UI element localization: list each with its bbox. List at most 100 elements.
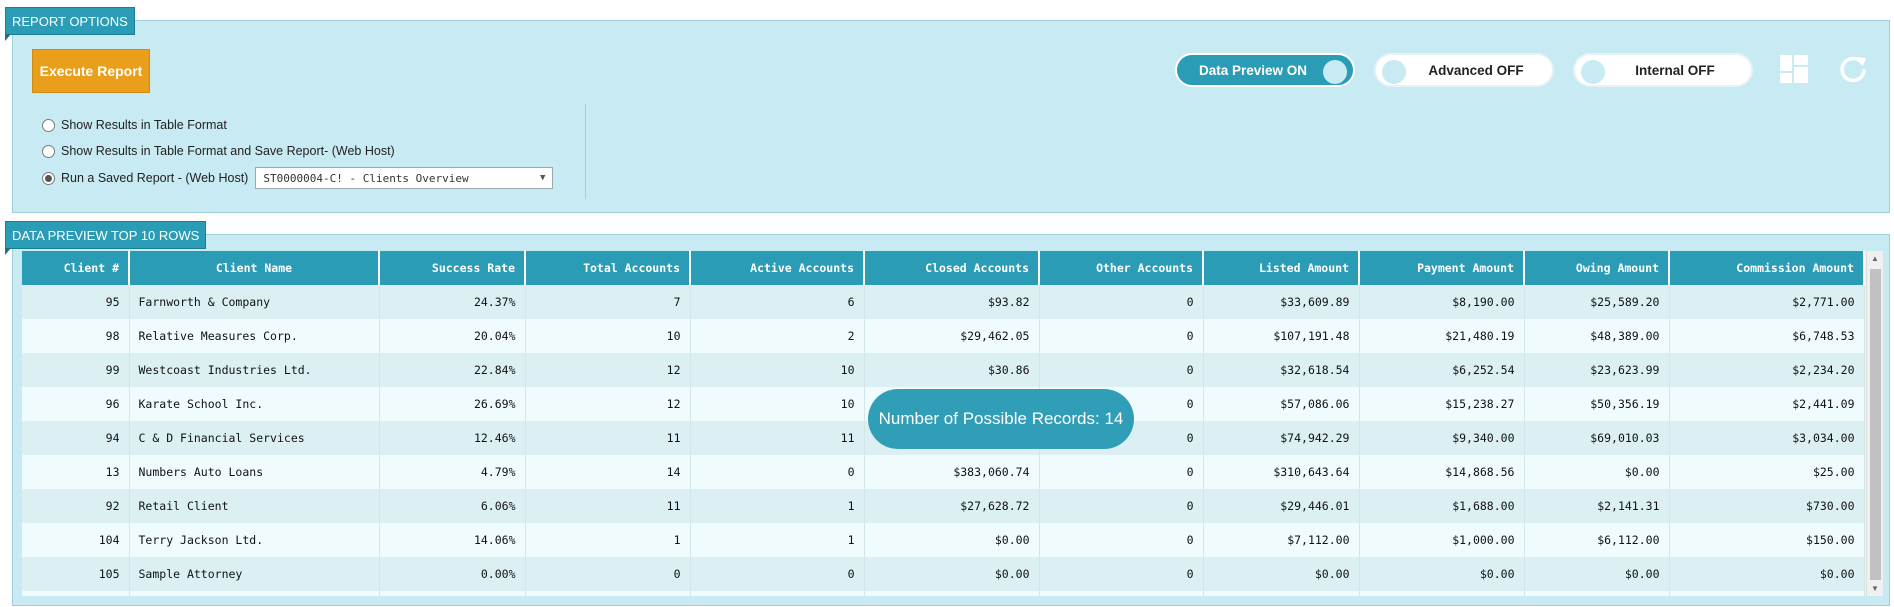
table-cell: 98 bbox=[22, 319, 130, 353]
radio-input[interactable] bbox=[42, 144, 55, 158]
column-header[interactable]: Client Name bbox=[129, 251, 380, 285]
table-cell: $9,340.00 bbox=[1359, 421, 1525, 455]
column-header[interactable]: Commission Amount bbox=[1669, 251, 1865, 285]
execute-report-button[interactable]: Execute Report bbox=[32, 49, 150, 93]
table-cell: Relative Measures Corp. bbox=[129, 319, 380, 353]
table-cell: 0 bbox=[690, 557, 865, 591]
table-cell: 26.69% bbox=[379, 387, 526, 421]
table-cell: $6,112.00 bbox=[1524, 523, 1670, 557]
column-header[interactable]: Success Rate bbox=[379, 251, 526, 285]
table-cell: $74,942.29 bbox=[1203, 421, 1360, 455]
table-cell bbox=[1039, 591, 1204, 596]
table-cell: 1 bbox=[690, 523, 865, 557]
table-cell: 99 bbox=[22, 353, 130, 387]
radio-input[interactable] bbox=[42, 171, 55, 185]
data-preview-toggle[interactable]: Data Preview ON bbox=[1175, 53, 1355, 87]
table-cell: $1,688.00 bbox=[1359, 489, 1525, 523]
scroll-up-icon[interactable]: ▲ bbox=[1871, 254, 1879, 263]
table-cell: 0 bbox=[525, 557, 691, 591]
table-cell: $48,389.00 bbox=[1524, 319, 1670, 353]
internal-toggle[interactable]: Internal OFF bbox=[1573, 53, 1753, 87]
radio-label: Show Results in Table Format bbox=[61, 118, 227, 132]
table-cell: $6,748.53 bbox=[1669, 319, 1865, 353]
table-cell: 0 bbox=[1039, 557, 1204, 591]
table-header-row: Client # Client Name Success Rate Total … bbox=[22, 251, 1865, 285]
table-cell: $107,191.48 bbox=[1203, 319, 1360, 353]
column-header[interactable]: Closed Accounts bbox=[864, 251, 1040, 285]
table-cell: $0.00 bbox=[1524, 455, 1670, 489]
table-cell: $33,609.89 bbox=[1203, 285, 1360, 319]
column-header[interactable]: Active Accounts bbox=[690, 251, 865, 285]
data-preview-tab: DATA PREVIEW TOP 10 ROWS bbox=[5, 221, 207, 255]
table-row[interactable] bbox=[22, 591, 1865, 596]
radio-table-format[interactable]: Show Results in Table Format bbox=[42, 118, 227, 132]
table-cell: Karate School Inc. bbox=[129, 387, 380, 421]
table-row[interactable]: 99 Westcoast Industries Ltd. 22.84% 12 10 $30… bbox=[22, 353, 1865, 387]
table-cell: $25,589.20 bbox=[1524, 285, 1670, 319]
advanced-toggle[interactable]: Advanced OFF bbox=[1374, 53, 1554, 87]
table-cell: Farnworth & Company bbox=[129, 285, 380, 319]
table-cell: $2,234.20 bbox=[1669, 353, 1865, 387]
table-cell: Sample Attorney bbox=[129, 557, 380, 591]
options-divider bbox=[585, 104, 586, 199]
table-cell: $0.00 bbox=[864, 557, 1040, 591]
scroll-down-icon[interactable]: ▼ bbox=[1871, 584, 1879, 593]
table-cell bbox=[525, 591, 691, 596]
table-cell: $0.00 bbox=[1669, 557, 1865, 591]
refresh-icon[interactable] bbox=[1838, 54, 1868, 84]
table-cell: 0 bbox=[690, 455, 865, 489]
table-row[interactable]: 95 Farnworth & Company 24.37% 7 6 $93.82 0 $33,… bbox=[22, 285, 1865, 319]
layout-grid-icon[interactable] bbox=[1779, 54, 1809, 84]
column-header[interactable]: Total Accounts bbox=[525, 251, 691, 285]
radio-run-saved-report[interactable]: Run a Saved Report - (Web Host) ST000000… bbox=[42, 167, 554, 189]
table-cell: 13 bbox=[22, 455, 130, 489]
table-cell: $0.00 bbox=[1524, 557, 1670, 591]
column-header[interactable]: Payment Amount bbox=[1359, 251, 1525, 285]
table-cell: Terry Jackson Ltd. bbox=[129, 523, 380, 557]
table-cell bbox=[1359, 591, 1525, 596]
table-cell: 24.37% bbox=[379, 285, 526, 319]
table-cell: $27,628.72 bbox=[864, 489, 1040, 523]
table-cell: $23,623.99 bbox=[1524, 353, 1670, 387]
table-cell bbox=[690, 591, 865, 596]
table-cell: 0 bbox=[1039, 455, 1204, 489]
column-header[interactable]: Owing Amount bbox=[1524, 251, 1670, 285]
radio-label: Show Results in Table Format and Save Re… bbox=[61, 144, 395, 158]
saved-report-select[interactable]: ST0000004-C! - Clients Overview ▼ bbox=[255, 167, 554, 189]
table-cell: $1,000.00 bbox=[1359, 523, 1525, 557]
table-cell: 10 bbox=[690, 353, 865, 387]
column-header[interactable]: Other Accounts bbox=[1039, 251, 1204, 285]
table-cell: 95 bbox=[22, 285, 130, 319]
table-row[interactable]: 105 Sample Attorney 0.00% 0 0 $0.00 0 $0.00 $0.0… bbox=[22, 557, 1865, 591]
table-cell: 10 bbox=[690, 387, 865, 421]
table-scrollbar[interactable]: ▲ ▼ bbox=[1866, 251, 1883, 596]
table-row[interactable]: 92 Retail Client 6.06% 11 1 $27,628.72 0 $29,44… bbox=[22, 489, 1865, 523]
chevron-down-icon: ▼ bbox=[539, 173, 546, 183]
table-row[interactable]: 13 Numbers Auto Loans 4.79% 14 0 $383,060.74 0… bbox=[22, 455, 1865, 489]
table-cell: $30.86 bbox=[864, 353, 1040, 387]
table-cell: $3,034.00 bbox=[1669, 421, 1865, 455]
table-cell: 0 bbox=[1039, 353, 1204, 387]
table-cell: 12 bbox=[525, 353, 691, 387]
table-cell bbox=[379, 591, 526, 596]
table-row[interactable]: 98 Relative Measures Corp. 20.04% 10 2 $29,46… bbox=[22, 319, 1865, 353]
table-cell: $29,446.01 bbox=[1203, 489, 1360, 523]
column-header[interactable]: Client # bbox=[22, 251, 130, 285]
radio-label: Run a Saved Report - (Web Host) bbox=[61, 171, 249, 185]
saved-report-select-value: ST0000004-C! - Clients Overview bbox=[263, 171, 469, 185]
column-header[interactable]: Listed Amount bbox=[1203, 251, 1360, 285]
table-cell: $25.00 bbox=[1669, 455, 1865, 489]
table-cell: 105 bbox=[22, 557, 130, 591]
table-cell: $8,190.00 bbox=[1359, 285, 1525, 319]
table-cell: $6,252.54 bbox=[1359, 353, 1525, 387]
table-cell: $50,356.19 bbox=[1524, 387, 1670, 421]
scroll-thumb[interactable] bbox=[1870, 269, 1881, 580]
table-cell: 0 bbox=[1039, 319, 1204, 353]
radio-input[interactable] bbox=[42, 118, 55, 132]
radio-table-format-save[interactable]: Show Results in Table Format and Save Re… bbox=[42, 144, 395, 158]
table-cell: 10 bbox=[525, 319, 691, 353]
table-cell: $730.00 bbox=[1669, 489, 1865, 523]
table-cell: 0 bbox=[1039, 285, 1204, 319]
table-row[interactable]: 104 Terry Jackson Ltd. 14.06% 1 1 $0.00 0 $7,11… bbox=[22, 523, 1865, 557]
possible-records-badge: Number of Possible Records: 14 bbox=[868, 389, 1134, 449]
